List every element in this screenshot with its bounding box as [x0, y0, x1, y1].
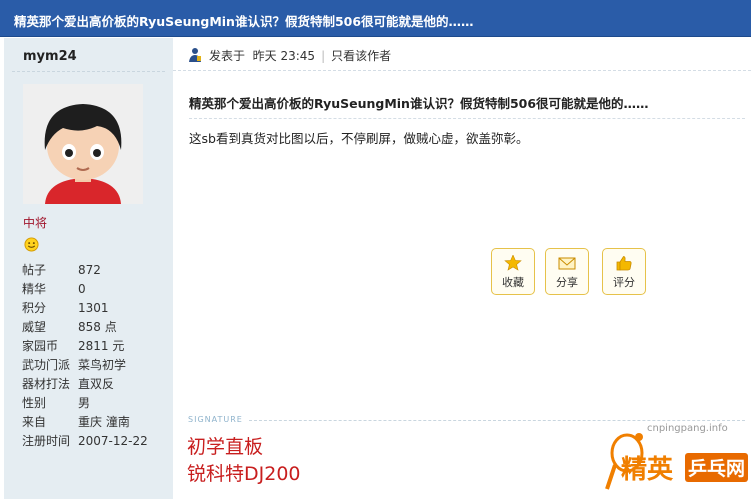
meta-divider — [173, 70, 751, 71]
star-icon — [504, 255, 522, 271]
posted-time: 昨天 23:45 — [252, 49, 316, 63]
signature-label: SIGNATURE — [188, 415, 243, 424]
author-username[interactable]: mym24 — [23, 49, 77, 64]
title-divider — [189, 118, 745, 119]
thread-title: 精英那个爱出高价板的RyuSeungMin谁认识？假货特制506很可能就是他的…… — [14, 14, 474, 29]
meta-separator: | — [321, 49, 326, 63]
thread-title-bar: 精英那个爱出高价板的RyuSeungMin谁认识？假货特制506很可能就是他的…… — [0, 0, 751, 37]
envelope-icon — [558, 257, 576, 270]
stat-row-prestige: 威望 858 点 — [22, 320, 117, 334]
stat-row-digest: 精华 0 — [22, 282, 86, 296]
stat-row-posts: 帖子 872 — [22, 263, 101, 277]
post-title: 精英那个爱出高价板的RyuSeungMin谁认识？假货特制506很可能就是他的…… — [189, 96, 649, 111]
sidebar-divider — [12, 71, 165, 72]
thumbs-up-icon — [616, 256, 632, 271]
stat-row-school: 武功门派 菜鸟初学 — [22, 358, 127, 372]
stat-row-location: 来自 重庆 潼南 — [22, 415, 130, 429]
post-meta: 发表于 昨天 23:45 | 只看该作者 — [187, 47, 391, 65]
site-watermark: cnpingpang.info 精英 乒乓网 — [605, 421, 751, 499]
posted-prefix: 发表于 — [209, 49, 246, 63]
watermark-title-left: 精英 — [621, 455, 674, 485]
avatar-image — [23, 84, 143, 204]
only-author-link[interactable]: 只看该作者 — [331, 49, 391, 63]
favorite-button[interactable]: 收藏 — [491, 248, 535, 295]
stat-row-equipment: 器材打法 直双反 — [22, 377, 115, 391]
stat-row-points: 积分 1301 — [22, 301, 109, 315]
author-rank: 中将 — [23, 216, 48, 230]
avatar[interactable] — [23, 84, 143, 204]
signature-line-2: 锐科特DJ200 — [187, 463, 301, 485]
smiley-icon — [24, 237, 39, 252]
watermark-title-right: 乒乓网 — [685, 453, 749, 482]
author-sidebar: mym24 中将 帖子 872 精华 0 积分 1301 威望 858 点 家园币 281… — [4, 38, 173, 499]
signature-line-1: 初学直板 — [187, 436, 264, 458]
share-button[interactable]: 分享 — [545, 248, 589, 295]
stat-row-coins: 家园币 2811 元 — [22, 339, 125, 353]
stat-row-gender: 性别男 — [22, 396, 91, 410]
rate-button[interactable]: 评分 — [602, 248, 646, 295]
post-body: 这sb看到真货对比图以后，不停刷屏，做贼心虚，欲盖弥彰。 — [189, 131, 529, 146]
signature-text: 初学直板 锐科特DJ200 — [187, 434, 301, 488]
post-content: 发表于 昨天 23:45 | 只看该作者 精英那个爱出高价板的RyuSeungMin… — [173, 38, 751, 499]
stat-row-registered: 注册时间 2007-12-22 — [22, 434, 148, 448]
author-stats: 帖子 872 精华 0 积分 1301 威望 858 点 家园币 2811 元 武功门派菜… — [22, 261, 148, 451]
watermark-url: cnpingpang.info — [647, 423, 728, 434]
author-online-icon — [189, 48, 201, 62]
